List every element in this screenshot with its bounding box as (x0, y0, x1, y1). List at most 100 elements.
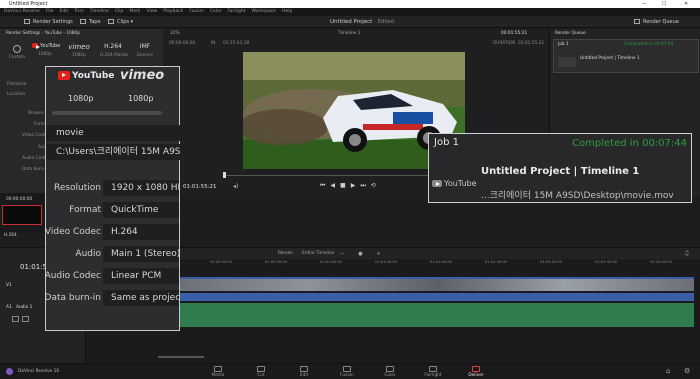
zoom-dot-icon[interactable]: ● (358, 251, 376, 257)
audio-meter-icon[interactable]: ♫ (684, 250, 689, 257)
timeline-ruler[interactable]: 01:00:00:00 01:00:30:00 01:01:00:00 01:01:3… (180, 259, 700, 267)
viewer-zoom[interactable]: 32% (170, 31, 180, 36)
menu-item[interactable]: Color (210, 9, 222, 14)
page-tab-edit[interactable]: Edit (284, 365, 324, 378)
job-card-name: Untitled Project | Timeline 1 (580, 56, 640, 61)
page-tab-fusion[interactable]: Fusion (327, 365, 367, 378)
maximize-button[interactable]: ☐ (662, 0, 666, 8)
menu-item[interactable]: Help (282, 9, 292, 14)
menu-item[interactable]: Mark (129, 9, 140, 14)
overlay-setting-row: Audio Codec Linear PCM (45, 268, 181, 284)
overlay-setting-value[interactable]: QuickTime (103, 202, 179, 218)
track-lock-icon[interactable] (12, 316, 19, 322)
browse-label[interactable]: Browse (28, 111, 44, 116)
close-button[interactable]: ✕ (684, 0, 688, 8)
video-clip[interactable] (180, 277, 694, 291)
render-queue-toggle[interactable]: Render Queue (634, 16, 679, 28)
viewer-timeline-name[interactable]: Timeline 1 (338, 31, 360, 36)
render-queue-job-card[interactable]: Job 1 Completed in 00:07:44 Untitled Pro… (553, 39, 699, 73)
clips-toggle[interactable]: Clips ▾ (108, 16, 133, 28)
preset-h264[interactable]: H.264 H.264 Master (100, 43, 129, 63)
menu-item[interactable]: DaVinci Resolve (4, 9, 40, 14)
filename-label: Filename (7, 82, 27, 87)
preset-scrollbar[interactable] (52, 111, 162, 115)
menu-item[interactable]: View (147, 9, 158, 14)
job-overlay[interactable]: Job 1 Completed in 00:07:44 Untitled Pro… (428, 133, 692, 203)
menu-item[interactable]: Timeline (90, 9, 109, 14)
overlay-filename-input[interactable]: movie (46, 125, 181, 141)
page-tab-media[interactable]: Media (198, 365, 238, 378)
menu-item[interactable]: Edit (59, 9, 68, 14)
project-title: Untitled Project (330, 19, 373, 25)
mini-viewer-timecode: 00:00:00:00 (6, 197, 33, 202)
preset-youtube[interactable]: YouTube 1080p (32, 43, 60, 63)
timeline-zoom-controls: −●+ (340, 251, 395, 257)
overlay-setting-label: Format (69, 205, 101, 215)
overlay-setting-value[interactable]: Linear PCM (103, 268, 179, 284)
page-tab-cut[interactable]: Cut (241, 365, 281, 378)
job-overlay-status: Completed in 00:07:44 (572, 138, 687, 149)
page-tab-color[interactable]: Color (370, 365, 410, 378)
location-label: Location (7, 92, 26, 97)
page-tab-label: Fusion (340, 373, 354, 378)
menu-item[interactable]: Playback (163, 9, 183, 14)
menu-item[interactable]: Fairlight (227, 9, 245, 14)
overlay-vimeo-resolution: 1080p (128, 94, 154, 103)
render-settings-toggle[interactable]: Render Settings (24, 16, 73, 28)
go-to-start-icon[interactable]: ⏮ (320, 182, 330, 189)
menu-item[interactable]: Trim (74, 9, 84, 14)
zoom-out-icon[interactable]: − (340, 251, 358, 257)
menu-item[interactable]: Workspace (251, 9, 276, 14)
ruler-tick-label: 01:00:00:00 (210, 260, 232, 264)
step-back-icon[interactable]: ◀ (330, 182, 340, 189)
ruler-tick-label: 01:02:00:00 (430, 260, 452, 264)
media-page-icon (214, 366, 222, 372)
menu-item[interactable]: Fusion (189, 9, 203, 14)
track-mute-icon[interactable] (22, 316, 29, 322)
menu-item[interactable]: Clip (115, 9, 124, 14)
loop-icon[interactable]: ⟲ (371, 182, 381, 189)
minimize-button[interactable]: — (642, 0, 647, 8)
tape-toggle[interactable]: Tape (80, 16, 101, 28)
preset-imf-title: IMF (139, 43, 151, 50)
overlay-setting-value[interactable]: 1920 x 1080 HD (103, 180, 179, 196)
gear-icon (13, 45, 21, 53)
overlay-setting-label: Video Codec (44, 227, 101, 237)
ruler-tick-label: 01:00:30:00 (265, 260, 287, 264)
overlay-setting-value[interactable]: Main 1 (Stereo) (103, 246, 179, 262)
overlay-setting-row: Resolution 1920 x 1080 HD (46, 180, 181, 196)
overlay-setting-label: Resolution (53, 183, 101, 193)
overlay-youtube-chevron-icon[interactable]: ⌄ (94, 70, 99, 77)
resolve-logo-icon (6, 368, 13, 375)
preset-custom[interactable]: Custom (6, 43, 28, 63)
viewer-timecode: 01:01:55:21 (183, 184, 217, 190)
volume-icon[interactable]: ◂) (233, 183, 238, 190)
timeline-scrollbar[interactable] (158, 356, 204, 358)
home-icon[interactable]: ⌂ (666, 367, 670, 375)
overlay-setting-value[interactable]: H.264 (103, 224, 179, 240)
preset-imf[interactable]: IMF Generic (132, 43, 158, 63)
job-card-label: Job 1 (558, 42, 569, 47)
preset-vimeo[interactable]: vimeo 1080p (66, 43, 92, 63)
stop-icon[interactable]: ■ (340, 182, 351, 189)
page-tab-deliver[interactable]: Deliver (456, 365, 496, 378)
play-icon[interactable]: ▶ (351, 182, 361, 189)
overlay-setting-label: Audio (75, 249, 101, 259)
settings-gear-icon[interactable]: ⚙ (684, 367, 690, 375)
overlay-location-input[interactable]: C:\Users\크리에이터 15M A9SD (46, 144, 181, 160)
overlay-setting-value[interactable]: Same as project (103, 290, 179, 306)
preset-vimeo-sub: 1080p (72, 53, 86, 58)
zoom-in-icon[interactable]: + (377, 251, 395, 257)
menu-item[interactable]: File (46, 9, 54, 14)
timeline-timecode: 01:01:5 (20, 263, 47, 271)
timeline-render-mode[interactable]: Entire Timeline (302, 251, 334, 256)
fairlight-page-icon (429, 366, 437, 372)
viewer-playhead[interactable] (223, 172, 226, 178)
go-to-end-icon[interactable]: ⏭ (360, 182, 370, 189)
page-tab-label: Cut (257, 373, 265, 378)
preset-youtube-sub: 1080p (38, 52, 52, 57)
page-tab-fairlight[interactable]: Fairlight (413, 365, 453, 378)
overlay-vimeo-chevron-icon[interactable]: ⌄ (158, 70, 163, 77)
mini-viewer-thumbnail[interactable] (2, 205, 42, 225)
overlay-youtube-logo[interactable]: YouTube (58, 71, 114, 81)
